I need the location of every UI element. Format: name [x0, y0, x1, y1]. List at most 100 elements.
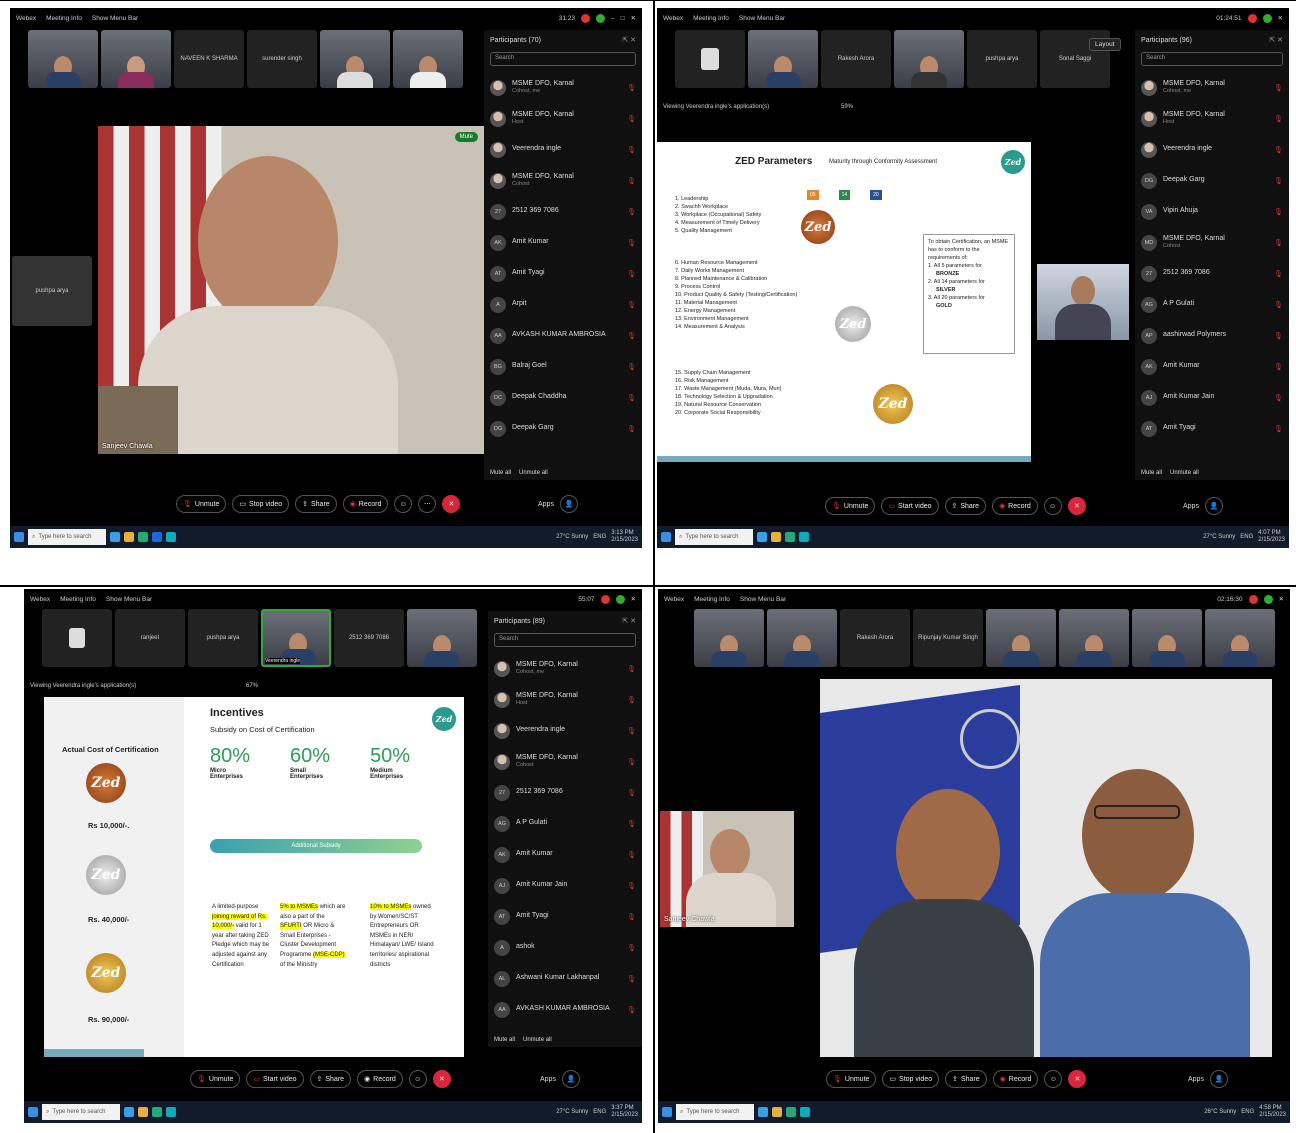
participants-icon[interactable]: 👤	[559, 495, 578, 513]
participant-row[interactable]: A Arpit 🎙	[484, 289, 642, 320]
muted-mic-icon[interactable]: 🎙	[1274, 425, 1283, 433]
secondary-speaker-video[interactable]: Sanjeev Chawla	[660, 811, 794, 927]
windows-start-icon[interactable]	[661, 532, 671, 542]
participant-row[interactable]: AT Amit Tyagi 🎙	[488, 901, 642, 932]
participant-row[interactable]: AJ Amit Kumar Jain 🎙	[1135, 382, 1289, 413]
participant-row[interactable]: MSME DFO, Karnal Host 🎙	[484, 103, 642, 134]
record-button[interactable]: ◉ Record	[992, 497, 1038, 515]
name-tile[interactable]: 2512 369 7086	[334, 609, 404, 667]
minimize-icon[interactable]: –	[611, 15, 615, 22]
name-tile[interactable]: ranjeet	[115, 609, 185, 667]
reactions-icon[interactable]: ☺	[1044, 1070, 1063, 1088]
meeting-info-link[interactable]: Meeting Info	[693, 15, 729, 22]
participant-row[interactable]: AA AVKASH KUMAR AMBROSIA 🎙	[484, 320, 642, 351]
record-button[interactable]: ◉ Record	[342, 495, 389, 513]
webex-icon[interactable]	[800, 1107, 810, 1117]
excel-icon[interactable]	[138, 532, 148, 542]
participant-row[interactable]: MSME DFO, Karnal Host 🎙	[488, 684, 642, 715]
name-tile[interactable]: pushpa arya	[188, 609, 258, 667]
participant-row[interactable]: MSME DFO, Karnal Cohost, me 🎙	[484, 72, 642, 103]
participant-row[interactable]: Veerendra ingle 🎙	[1135, 134, 1289, 165]
participant-row[interactable]: Veerendra ingle 🎙	[484, 134, 642, 165]
video-tile[interactable]	[1205, 609, 1275, 667]
show-menu-bar-link[interactable]: Show Menu Bar	[739, 15, 785, 22]
unmute-all-button[interactable]: Unmute all	[519, 470, 548, 476]
more-icon[interactable]: ⋯	[418, 495, 437, 513]
muted-mic-icon[interactable]: 🎙	[627, 425, 636, 433]
apps-button[interactable]: Apps	[1183, 503, 1199, 510]
layout-button[interactable]: Layout	[1089, 38, 1121, 51]
muted-mic-icon[interactable]: 🎙	[1274, 84, 1283, 92]
edge-icon[interactable]	[757, 532, 767, 542]
unmute-button[interactable]: 🎙 Unmute	[176, 495, 227, 513]
muted-mic-icon[interactable]: 🎙	[1274, 270, 1283, 278]
video-tile[interactable]	[1132, 609, 1202, 667]
side-tile[interactable]: pushpa arya	[12, 256, 92, 326]
webex-icon[interactable]	[799, 532, 809, 542]
muted-mic-icon[interactable]: 🎙	[1274, 177, 1283, 185]
leave-button[interactable]: ✕	[442, 495, 461, 513]
participant-row[interactable]: AL Ashwani Kumar Lakhanpal 🎙	[488, 963, 642, 994]
mute-all-button[interactable]: Mute all	[494, 1037, 515, 1043]
video-tile[interactable]	[407, 609, 477, 667]
participant-row[interactable]: MSME DFO, Karnal Cohost 🎙	[488, 746, 642, 777]
share-button[interactable]: ⇪ Share	[309, 1070, 352, 1088]
start-video-button[interactable]: ▭ Start video	[881, 497, 939, 515]
muted-mic-icon[interactable]: 🎙	[627, 239, 636, 247]
word-icon[interactable]	[152, 532, 162, 542]
windows-start-icon[interactable]	[14, 532, 24, 542]
muted-mic-icon[interactable]: 🎙	[627, 332, 636, 340]
participants-icon[interactable]: 👤	[561, 1070, 580, 1088]
close-icon[interactable]: ✕	[631, 595, 636, 603]
mute-all-button[interactable]: Mute all	[1141, 470, 1162, 476]
participant-row[interactable]: MSME DFO, Karnal Cohost, me 🎙	[1135, 72, 1289, 103]
muted-mic-icon[interactable]: 🎙	[627, 363, 636, 371]
leave-button[interactable]: ✕	[1068, 1070, 1087, 1088]
meeting-info-link[interactable]: Meeting Info	[694, 596, 730, 603]
windows-start-icon[interactable]	[662, 1107, 672, 1117]
stop-video-button[interactable]: ▭ Stop video	[882, 1070, 940, 1088]
unmute-all-button[interactable]: Unmute all	[523, 1037, 552, 1043]
mute-all-button[interactable]: Mute all	[490, 470, 511, 476]
unmute-button[interactable]: 🎙 Unmute	[825, 497, 876, 515]
folder-icon[interactable]	[771, 532, 781, 542]
video-tile[interactable]	[1059, 609, 1129, 667]
participant-row[interactable]: AK Amit Kumar 🎙	[488, 839, 642, 870]
participant-row[interactable]: MSME DFO, Karnal Host 🎙	[1135, 103, 1289, 134]
maximize-icon[interactable]: □	[621, 15, 625, 22]
active-speaker-video[interactable]	[820, 679, 1272, 1057]
muted-mic-icon[interactable]: 🎙	[627, 975, 636, 983]
participant-row[interactable]: AK Amit Kumar 🎙	[484, 227, 642, 258]
apps-button[interactable]: Apps	[1188, 1076, 1204, 1083]
presenter-video[interactable]	[1037, 264, 1129, 340]
participant-row[interactable]: AJ Amit Kumar Jain 🎙	[488, 870, 642, 901]
participant-row[interactable]: AP aashirwad Polymers 🎙	[1135, 320, 1289, 351]
participant-row[interactable]: 27 2512 369 7086 🎙	[488, 777, 642, 808]
muted-mic-icon[interactable]: 🎙	[627, 665, 636, 673]
participant-row[interactable]: DG Deepak Garg 🎙	[1135, 165, 1289, 196]
edge-icon[interactable]	[110, 532, 120, 542]
apps-button[interactable]: Apps	[538, 501, 554, 508]
participant-search-input[interactable]: Search	[1141, 52, 1283, 66]
muted-mic-icon[interactable]: 🎙	[627, 851, 636, 859]
excel-icon[interactable]	[786, 1107, 796, 1117]
participant-row[interactable]: Aashok 🎙	[488, 932, 642, 963]
name-tile[interactable]: Rakesh Arora	[840, 609, 910, 667]
muted-mic-icon[interactable]: 🎙	[627, 913, 636, 921]
emblem-tile[interactable]	[42, 609, 112, 667]
video-tile[interactable]	[894, 30, 964, 88]
participants-icon[interactable]: 👤	[1204, 497, 1223, 515]
zoom-level[interactable]: 67%	[246, 683, 258, 689]
participant-row[interactable]: MSME DFO, Karnal Cohost, me 🎙	[488, 653, 642, 684]
muted-mic-icon[interactable]: 🎙	[1274, 394, 1283, 402]
name-tile[interactable]: Ripunjay Kumar Singh	[913, 609, 983, 667]
name-tile[interactable]: pushpa arya	[967, 30, 1037, 88]
share-button[interactable]: ⇪ Share	[295, 495, 337, 513]
windows-start-icon[interactable]	[28, 1107, 38, 1117]
muted-mic-icon[interactable]: 🎙	[1274, 239, 1283, 247]
muted-mic-icon[interactable]: 🎙	[627, 944, 636, 952]
muted-mic-icon[interactable]: 🎙	[1274, 363, 1283, 371]
participant-row[interactable]: BG Balraj Goel 🎙	[484, 351, 642, 382]
muted-mic-icon[interactable]: 🎙	[1274, 208, 1283, 216]
stop-video-button[interactable]: ▭ Stop video	[232, 495, 290, 513]
